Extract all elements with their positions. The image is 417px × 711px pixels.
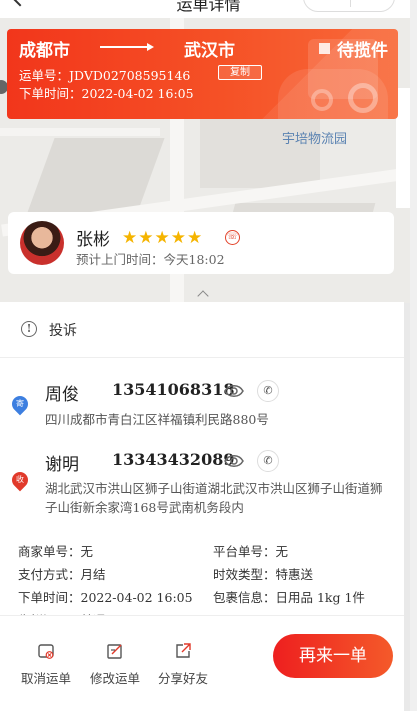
status-icon [319, 43, 330, 54]
reorder-button[interactable]: 再来一单 [273, 634, 393, 678]
courier-name: 张彬 [76, 230, 110, 250]
eye-icon[interactable] [224, 451, 244, 471]
merchant-number: 商家单号：无 [18, 544, 94, 559]
package-info: 包裹信息：日用品 1kg 1件 [213, 590, 365, 605]
receiver-phone: 13343432089 [112, 450, 235, 469]
star-rating: ★★★★★ [122, 228, 204, 248]
order-status: 待揽件 [337, 41, 388, 61]
waybill-number: 运单号：JDVD02708595146 [19, 68, 191, 83]
origin-city: 成都市 [19, 41, 70, 61]
call-icon[interactable]: ✆ [257, 380, 279, 402]
timeliness-type: 时效类型：特惠送 [213, 567, 314, 582]
sender-pin-icon: 寄 [8, 392, 32, 416]
map-poi-label: 宇培物流园 [282, 132, 348, 147]
cancel-order-icon [38, 644, 54, 659]
mini-program-capsule[interactable] [303, 0, 395, 12]
courier-card: 张彬 ★★★★★ ☏ 预计上门时间：今天18:02 [8, 212, 394, 274]
capsule-divider [350, 0, 351, 7]
bottom-action-bar: 取消运单 修改运单 分享好友 再来一单 [0, 615, 404, 711]
share-button[interactable]: 分享好友 [153, 642, 213, 687]
cancel-order-button[interactable]: 取消运单 [16, 642, 76, 687]
copy-button[interactable]: 复制 [218, 65, 262, 80]
platform-number: 平台单号：无 [213, 544, 289, 559]
edit-icon [107, 644, 122, 659]
phone-icon[interactable]: ☏ [225, 230, 240, 245]
sender-name: 周俊 [45, 385, 79, 405]
call-icon[interactable]: ✆ [257, 450, 279, 472]
destination-city: 武汉市 [184, 41, 235, 61]
route-arrow-icon [100, 43, 154, 51]
courier-avatar [20, 221, 64, 265]
wheel-decoration [348, 83, 378, 113]
order-time-row: 下单时间：2022-04-02 16:05 [18, 590, 193, 605]
cancel-order-label: 取消运单 [20, 671, 71, 686]
right-edge-strip [410, 0, 417, 711]
receiver-pin-icon: 收 [8, 468, 32, 492]
payment-method: 支付方式：月结 [18, 567, 106, 582]
exclamation-icon: ! [21, 321, 37, 337]
route-card: 成都市 武汉市 待揽件 运单号：JDVD02708595146 复制 下单时间：… [7, 29, 398, 119]
sender-phone: 13541068318 [112, 380, 235, 399]
receiver-name: 谢明 [45, 455, 79, 475]
map-road [0, 128, 160, 136]
order-time: 下单时间：2022-04-02 16:05 [19, 86, 194, 101]
complain-label: 投诉 [49, 323, 77, 339]
receiver-address: 湖北武汉市洪山区狮子山街道湖北武汉市洪山区狮子山街道狮子山街新余家湾168号武南… [45, 481, 383, 515]
sender-badge: 寄 [16, 399, 24, 408]
complain-row[interactable]: ! 投诉 [0, 302, 404, 358]
sender-section: 寄 周俊 13541068318 ✆ 四川成都市青白江区祥福镇利民路880号 [0, 380, 404, 450]
sender-address: 四川成都市青白江区祥福镇利民路880号 [45, 412, 269, 427]
eye-icon[interactable] [224, 381, 244, 401]
share-icon [176, 643, 191, 658]
modify-order-label: 修改运单 [89, 671, 140, 686]
receiver-badge: 收 [16, 475, 24, 484]
nav-bar: 运单详情 [0, 0, 417, 18]
wheel-decoration [311, 89, 333, 111]
modify-order-button[interactable]: 修改运单 [85, 642, 145, 687]
receiver-section: 收 谢明 13343432089 ✆ 湖北武汉市洪山区狮子山街道湖北武汉市洪山区… [0, 450, 404, 530]
detail-sheet: ! 投诉 寄 周俊 13541068318 ✆ 四川成都市青白江区祥福镇利民路8… [0, 302, 404, 711]
share-label: 分享好友 [157, 671, 208, 686]
pickup-eta: 预计上门时间：今天18:02 [76, 252, 225, 267]
map-side-strip [396, 88, 410, 208]
